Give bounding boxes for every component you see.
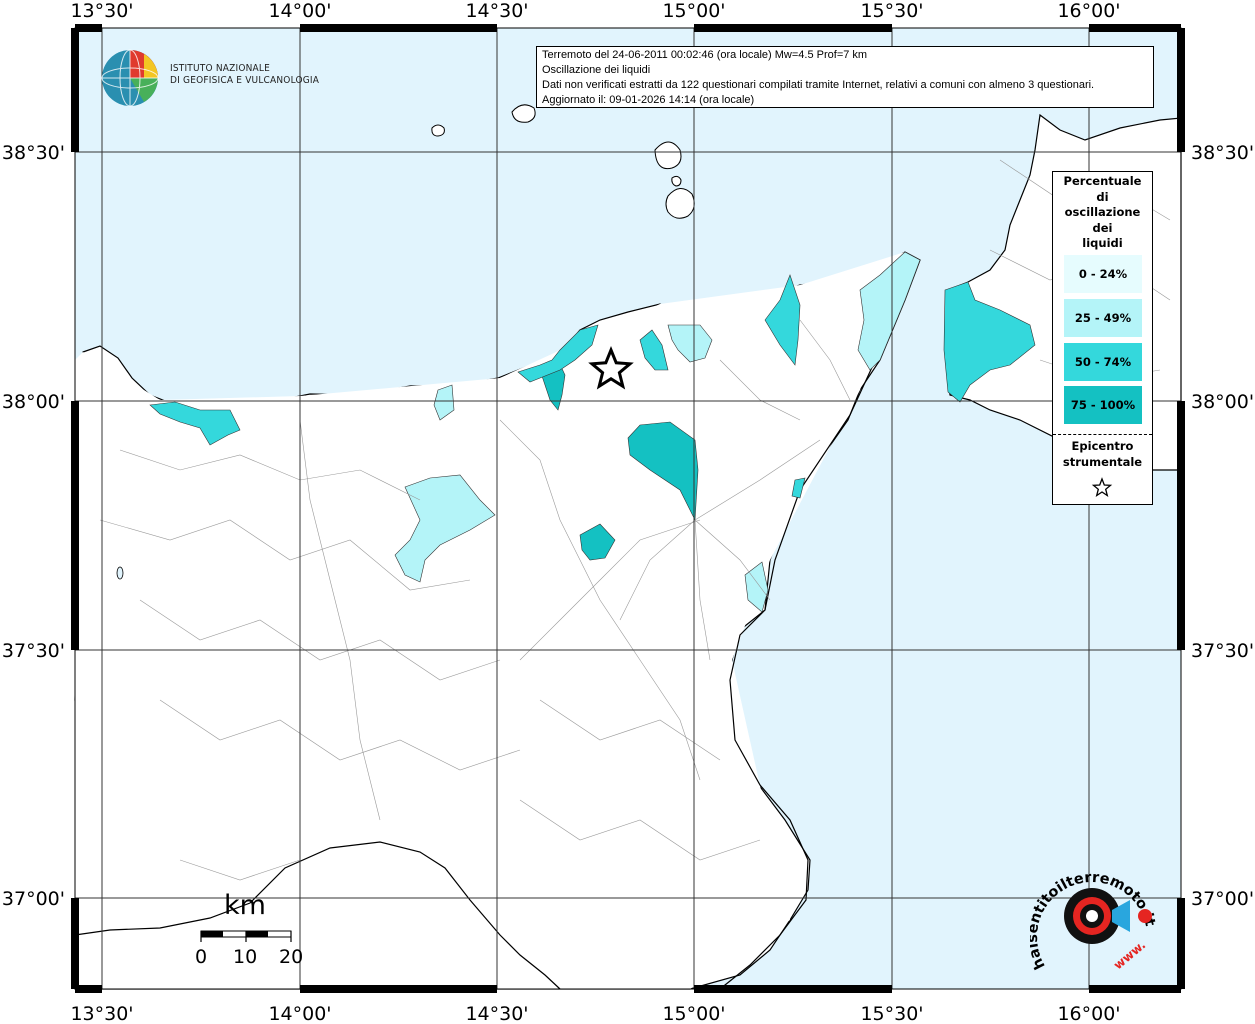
legend: Percentuale di oscillazione dei liquidi … xyxy=(1052,171,1153,505)
event-info-line: Aggiornato il: 09-01-2026 14:14 (ora loc… xyxy=(542,94,755,106)
legend-star-icon xyxy=(1091,477,1113,497)
lat-label-left: 37°30' xyxy=(2,640,65,662)
legend-title-line: di xyxy=(1096,189,1109,204)
legend-title-line: dei xyxy=(1092,220,1113,235)
lat-label-right: 37°00' xyxy=(1191,888,1254,910)
scale-label: 20 xyxy=(279,946,304,968)
legend-class-label: 25 - 49% xyxy=(1074,311,1132,325)
lat-label-right: 37°30' xyxy=(1191,640,1254,662)
island-vulcano xyxy=(671,175,682,187)
legend-epicenter-line: strumentale xyxy=(1062,455,1143,469)
legend-divider xyxy=(1053,434,1152,435)
lat-label-left: 38°30' xyxy=(2,142,65,164)
ingv-name-line2: DI GEOFISICA E VULCANOLOGIA xyxy=(170,75,320,86)
lon-label-top: 16°00' xyxy=(1057,0,1120,22)
legend-title: Percentuale di oscillazione dei liquidi xyxy=(1053,172,1152,252)
lon-label-top: 14°00' xyxy=(268,0,331,22)
legend-swatch-0-24: 0 - 24% xyxy=(1064,255,1142,293)
haisentitoilterremoto-logo: haisentitoilterremoto.it www. xyxy=(1025,860,1160,985)
lat-label-right: 38°00' xyxy=(1191,391,1254,413)
lon-label-bottom: 15°00' xyxy=(662,1003,725,1024)
legend-epicenter-label: Epicentro strumentale xyxy=(1053,438,1152,470)
lon-label-bottom: 15°30' xyxy=(860,1003,923,1024)
legend-swatch-50-74: 50 - 74% xyxy=(1064,343,1142,381)
island-ustica xyxy=(431,124,445,137)
island-lipari xyxy=(665,188,695,219)
scale-bar-graphic xyxy=(200,930,292,942)
lon-label-bottom: 16°00' xyxy=(1057,1003,1120,1024)
scale-label: 10 xyxy=(233,946,258,968)
lon-label-top: 14°30' xyxy=(465,0,528,22)
lat-label-left: 38°00' xyxy=(2,391,65,413)
legend-title-line: liquidi xyxy=(1082,236,1123,250)
event-info-line: Terremoto del 24-06-2011 00:02:46 (ora l… xyxy=(542,49,868,61)
legend-class-label: 0 - 24% xyxy=(1078,267,1128,281)
event-info-box: Terremoto del 24-06-2011 00:02:46 (ora l… xyxy=(536,46,1154,108)
lon-label-top: 13°30' xyxy=(70,0,133,22)
legend-epicenter-line: Epicentro xyxy=(1071,439,1134,453)
legend-title-line: oscillazione xyxy=(1064,205,1141,219)
hst-logo-graphic: haisentitoilterremoto.it www. xyxy=(1025,870,1158,973)
lake xyxy=(116,566,124,580)
hst-url-text: www. xyxy=(1111,938,1148,973)
scale-bar: km 0 10 20 xyxy=(190,890,310,970)
legend-class-label: 75 - 100% xyxy=(1070,398,1136,412)
lon-label-bottom: 13°30' xyxy=(70,1003,133,1024)
event-info-line: Oscillazione dei liquidi xyxy=(542,64,651,76)
scale-title: km xyxy=(224,890,266,921)
legend-title-line: Percentuale xyxy=(1063,174,1142,188)
ingv-name-line1: ISTITUTO NAZIONALE xyxy=(170,63,270,74)
ingv-globe-icon xyxy=(101,49,159,107)
lon-label-top: 15°00' xyxy=(662,0,725,22)
lon-label-bottom: 14°00' xyxy=(268,1003,331,1024)
legend-class-label: 50 - 74% xyxy=(1074,355,1132,369)
legend-swatch-75-100: 75 - 100% xyxy=(1064,386,1142,424)
scale-label: 0 xyxy=(195,946,208,968)
lat-label-right: 38°30' xyxy=(1191,142,1254,164)
lat-label-left: 37°00' xyxy=(2,888,65,910)
island-salina xyxy=(654,141,682,170)
event-info-line: Dati non verificati estratti da 122 ques… xyxy=(542,79,1095,91)
ingv-logo: ISTITUTO NAZIONALE DI GEOFISICA E VULCAN… xyxy=(100,48,320,110)
legend-swatch-25-49: 25 - 49% xyxy=(1064,299,1142,337)
lon-label-bottom: 14°30' xyxy=(465,1003,528,1024)
lon-label-top: 15°30' xyxy=(860,0,923,22)
